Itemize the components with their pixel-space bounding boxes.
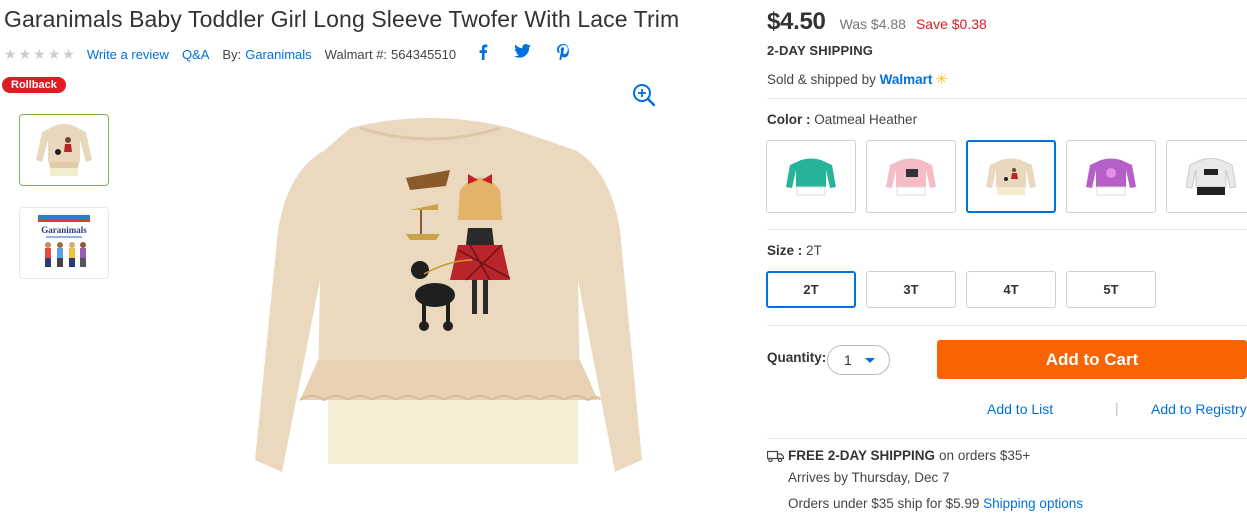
size-options: 2T 3T 4T 5T: [766, 271, 1156, 308]
add-to-registry-link[interactable]: Add to Registry: [1151, 401, 1247, 417]
color-label: Color :: [767, 112, 811, 127]
swatch-shirt-pink: [886, 158, 936, 195]
shipping-options-link[interactable]: Shipping options: [983, 496, 1083, 511]
seller-link[interactable]: Walmart: [880, 72, 933, 87]
size-option-2t[interactable]: 2T: [766, 271, 856, 308]
shipping-heading: 2-DAY SHIPPING: [767, 43, 874, 58]
brand-link[interactable]: Garanimals: [245, 47, 311, 62]
color-value: Oatmeal Heather: [814, 112, 918, 127]
free-shipping-threshold: on orders $35+: [939, 448, 1031, 463]
current-price: $4.50: [767, 8, 826, 35]
facebook-icon[interactable]: [478, 44, 488, 64]
divider: [767, 98, 1247, 99]
size-label: Size :: [767, 243, 803, 258]
quantity-label: Quantity:: [767, 350, 827, 365]
walmart-number-label: Walmart #:: [324, 46, 388, 62]
swatch-shirt-oatmeal: [986, 158, 1036, 195]
quantity-select[interactable]: 1: [827, 345, 890, 375]
brand-thumbnail-text: Garanimals: [41, 225, 87, 235]
add-to-cart-button[interactable]: Add to Cart: [937, 340, 1247, 379]
product-title: Garanimals Baby Toddler Girl Long Sleeve…: [4, 6, 680, 32]
divider: [767, 438, 1247, 439]
savings: Save $0.38: [915, 16, 987, 32]
swatch-white[interactable]: [1166, 140, 1247, 213]
rollback-badge: Rollback: [2, 77, 66, 93]
color-label-row: Color : Oatmeal Heather: [767, 112, 917, 127]
shirt-thumbnail-image: [36, 124, 92, 176]
shirt-illustration: [255, 118, 642, 472]
swatch-shirt-purple: [1086, 158, 1136, 195]
walmart-spark-icon: ✳: [935, 71, 948, 88]
star-icon: ★: [18, 45, 32, 62]
price-row: $4.50 Was $4.88 Save $0.38: [767, 8, 987, 36]
chevron-down-icon: [865, 357, 875, 363]
brand-thumbnail-image: Garanimals: [38, 215, 90, 267]
walmart-number: 564345510: [391, 46, 457, 62]
swatch-teal[interactable]: [766, 140, 856, 213]
divider: [767, 229, 1247, 230]
size-value: 2T: [806, 243, 822, 258]
star-icon: ★: [33, 45, 46, 62]
zoom-icon[interactable]: [631, 82, 657, 108]
arrival-date: Arrives by Thursday, Dec 7: [788, 470, 950, 485]
thumbnail-shirt[interactable]: [19, 114, 109, 186]
star-icon: ★: [62, 45, 75, 62]
size-option-5t[interactable]: 5T: [1066, 271, 1156, 308]
swatch-shirt-teal: [786, 158, 836, 195]
size-option-4t[interactable]: 4T: [966, 271, 1056, 308]
write-review-link[interactable]: Write a review: [87, 47, 169, 62]
size-option-3t[interactable]: 3T: [866, 271, 956, 308]
free-shipping-row: FREE 2-DAY SHIPPING on orders $35+: [767, 448, 1030, 463]
link-separator: |: [1115, 400, 1119, 416]
sold-by-prefix: Sold & shipped by: [767, 72, 876, 87]
star-icon: ★: [4, 45, 17, 62]
shipping-cost-row: Orders under $35 ship for $5.99 Shipping…: [788, 496, 1083, 511]
rating-stars[interactable]: ★ ★ ★ ★ ★: [4, 46, 75, 63]
swatch-oatmeal-heather[interactable]: [966, 140, 1056, 213]
star-icon: ★: [47, 45, 61, 62]
social-share: [478, 44, 570, 64]
sold-by: Sold & shipped by Walmart ✳: [767, 70, 948, 88]
add-to-list-link[interactable]: Add to List: [987, 401, 1053, 417]
divider: [767, 325, 1247, 326]
truck-icon: [767, 450, 784, 462]
size-label-row: Size : 2T: [767, 243, 822, 258]
thumbnail-brand[interactable]: Garanimals: [19, 207, 109, 279]
swatch-shirt-white: [1186, 157, 1236, 195]
quantity-value: 1: [844, 352, 852, 368]
free-shipping-label: FREE 2-DAY SHIPPING: [788, 448, 936, 463]
pinterest-icon[interactable]: [557, 44, 570, 64]
color-swatches: [766, 140, 1247, 213]
product-meta-row: ★ ★ ★ ★ ★ Write a review Q&A By: Garanim…: [4, 44, 570, 64]
swatch-purple[interactable]: [1066, 140, 1156, 213]
swatch-pink[interactable]: [866, 140, 956, 213]
qa-link[interactable]: Q&A: [182, 47, 209, 62]
shipping-cost-text: Orders under $35 ship for $5.99: [788, 496, 980, 511]
was-price: Was $4.88: [839, 16, 906, 32]
brand-label: By:: [222, 46, 242, 62]
twitter-icon[interactable]: [514, 44, 532, 64]
product-main-image[interactable]: [210, 110, 650, 520]
